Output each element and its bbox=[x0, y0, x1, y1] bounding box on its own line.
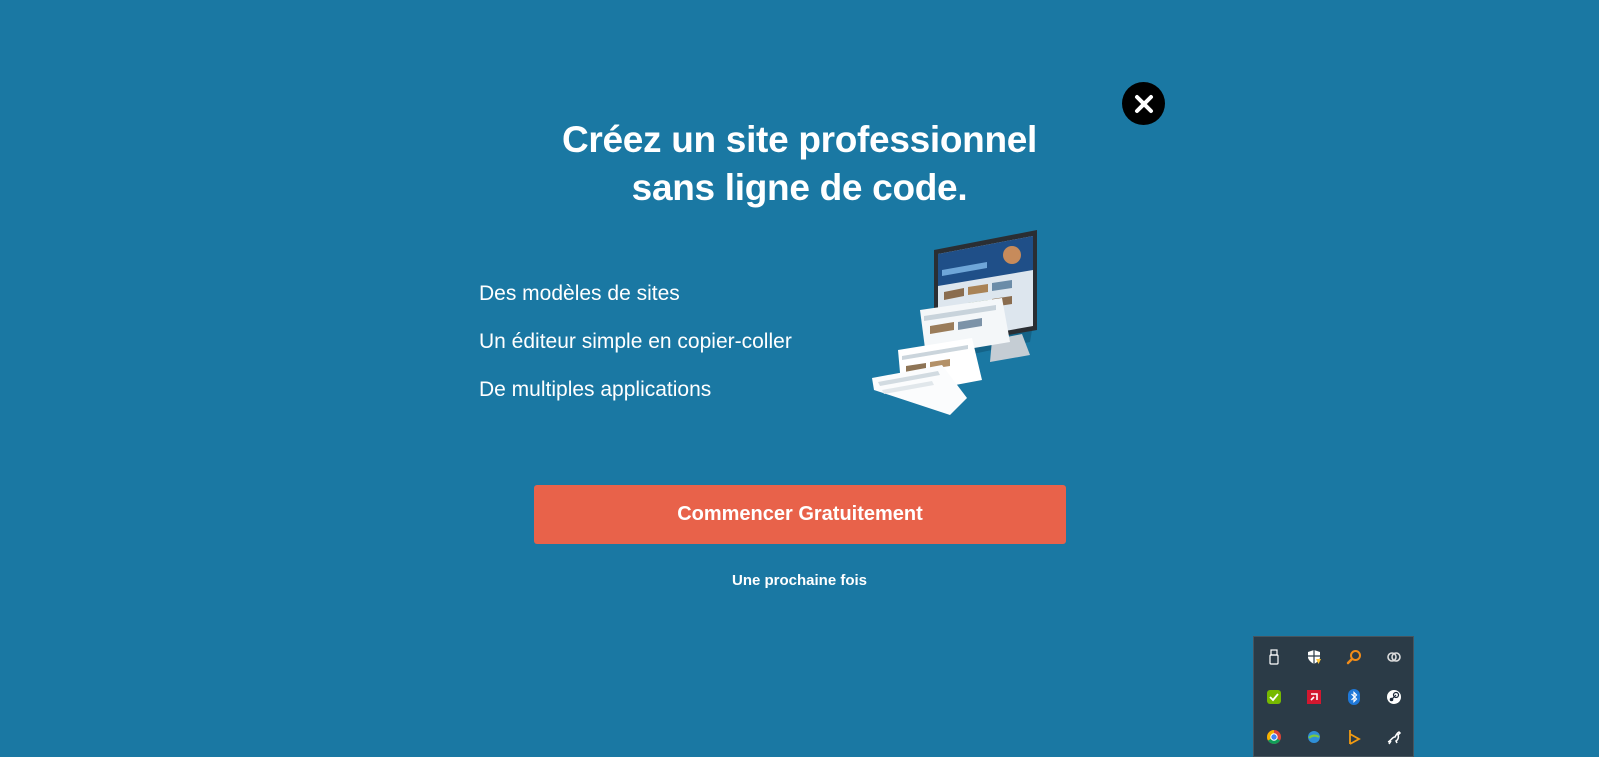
close-icon bbox=[1134, 94, 1153, 113]
network-globe-icon[interactable] bbox=[1294, 717, 1334, 757]
usb-drive-icon[interactable] bbox=[1254, 637, 1294, 677]
kangaroo-icon[interactable] bbox=[1374, 717, 1414, 757]
creative-cloud-icon[interactable] bbox=[1374, 637, 1414, 677]
website-builder-illustration bbox=[872, 230, 1037, 415]
feature-item-editor: Un éditeur simple en copier-coller bbox=[479, 330, 792, 353]
later-link[interactable]: Une prochaine fois bbox=[0, 572, 1599, 589]
headline: Créez un site professionnel sans ligne d… bbox=[0, 116, 1599, 212]
start-free-button[interactable]: Commencer Gratuitement bbox=[534, 485, 1066, 544]
search-magnifier-icon[interactable] bbox=[1334, 637, 1374, 677]
popup-overlay: Créez un site professionnel sans ligne d… bbox=[0, 0, 1599, 757]
feature-item-templates: Des modèles de sites bbox=[479, 282, 680, 305]
bluetooth-icon[interactable] bbox=[1334, 677, 1374, 717]
chrome-icon[interactable] bbox=[1254, 717, 1294, 757]
system-tray-overflow bbox=[1253, 636, 1414, 757]
steam-icon[interactable] bbox=[1374, 677, 1414, 717]
security-shield-warning-icon[interactable] bbox=[1294, 637, 1334, 677]
headline-line-1: Créez un site professionnel bbox=[561, 119, 1038, 160]
media-player-icon[interactable] bbox=[1334, 717, 1374, 757]
nvidia-check-icon[interactable] bbox=[1254, 677, 1294, 717]
amd-icon[interactable] bbox=[1294, 677, 1334, 717]
feature-item-applications: De multiples applications bbox=[479, 378, 712, 401]
feature-list: Des modèles de sites Un éditeur simple e… bbox=[479, 278, 792, 422]
headline-line-2: sans ligne de code. bbox=[631, 167, 968, 208]
